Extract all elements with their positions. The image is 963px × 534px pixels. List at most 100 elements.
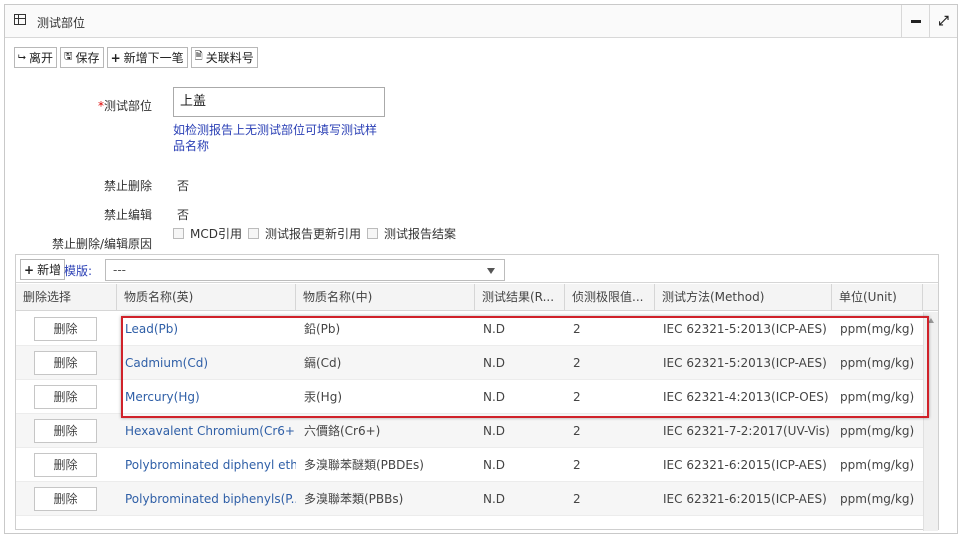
add-next-button[interactable]: + 新增下一笔 [106, 47, 188, 68]
plus-icon: + [24, 262, 35, 277]
name-en-cell[interactable]: Lead(Pb) [117, 312, 296, 346]
header-limit[interactable]: 侦测极限值... [565, 284, 655, 311]
scroll-up-icon[interactable] [928, 318, 934, 323]
delete-row-button[interactable]: 删除 [34, 317, 97, 341]
leave-button[interactable]: ⮡ 离开 [14, 47, 58, 68]
name-en-cell[interactable]: Polybrominated diphenyl eth... [117, 448, 296, 482]
name-cn-cell: 多溴聯苯類(PBBs) [304, 492, 404, 506]
panel-title: 测试部位 [37, 16, 86, 30]
limit-cell: 2 [573, 492, 581, 506]
reason-report-close[interactable]: 测试报告结案 [367, 225, 456, 242]
table-row[interactable]: 删除 Hexavalent Chromium(Cr6+) 六價鉻(Cr6+) N.D 2… [16, 414, 938, 448]
maximize-button[interactable]: ⤢ [929, 5, 957, 38]
limit-cell: 2 [573, 322, 581, 336]
name-cn-cell: 多溴聯苯醚類(PBDEs) [304, 458, 424, 472]
no-edit-label: 禁止编辑 [103, 208, 152, 222]
method-cell: IEC 62321-5:2013(ICP-AES) [663, 322, 827, 336]
method-cell: IEC 62321-4:2013(ICP-OES) [663, 390, 829, 404]
header-delete-select[interactable]: 删除选择 [16, 284, 117, 311]
table-row[interactable]: 删除 Mercury(Hg) 汞(Hg) N.D 2 IEC 62321-4:2013(I… [16, 380, 938, 414]
part-hint: 如检测报告上无测试部位可填写测试样品名称 [173, 123, 378, 153]
reason-label: 禁止删除/编辑原因 [51, 237, 152, 251]
table-icon [14, 14, 26, 25]
table-row[interactable]: 删除 Cadmium(Cd) 鎘(Cd) N.D 2 IEC 62321-5:2013(I… [16, 346, 938, 380]
grid-add-button[interactable]: + 新增 [20, 259, 66, 280]
delete-row-button[interactable]: 删除 [34, 385, 97, 409]
delete-cell: 删除 [16, 346, 117, 380]
table-row[interactable]: 删除 Lead(Pb) 鉛(Pb) N.D 2 IEC 62321-5:2013(ICP-… [16, 312, 938, 346]
limit-cell: 2 [573, 424, 581, 438]
name-en-cell[interactable]: Cadmium(Cd) [117, 346, 296, 380]
delete-cell: 删除 [16, 380, 117, 414]
delete-cell: 删除 [16, 448, 117, 482]
part-label-text: 测试部位 [103, 99, 152, 113]
delete-row-button[interactable]: 删除 [34, 351, 97, 375]
reason-mcd[interactable]: MCD引用 [173, 225, 242, 242]
method-cell: IEC 62321-6:2015(ICP-AES) [663, 492, 827, 506]
header-unit[interactable]: 单位(Unit) [832, 284, 923, 311]
exit-icon: ⮡ [18, 52, 26, 63]
checkbox[interactable] [173, 228, 184, 239]
leave-label: 离开 [29, 51, 54, 65]
grid-header: 删除选择 物质名称(英) 物质名称(中) 测试结果(R... 侦测极限值... … [16, 284, 938, 311]
reason-report-close-label: 测试报告结案 [384, 227, 457, 241]
header-name-en[interactable]: 物质名称(英) [117, 284, 296, 311]
method-cell: IEC 62321-6:2015(ICP-AES) [663, 458, 827, 472]
minimize-button[interactable] [901, 5, 929, 38]
limit-cell: 2 [573, 356, 581, 370]
grid-toolbar: + 新增 模版: --- [16, 255, 938, 283]
unit-cell: ppm(mg/kg) [840, 390, 915, 404]
delete-row-button[interactable]: 删除 [34, 419, 97, 443]
part-input[interactable]: 上盖 [173, 87, 385, 117]
name-cn-cell: 汞(Hg) [304, 390, 343, 404]
limit-cell: 2 [573, 458, 581, 472]
link-material-button[interactable]: 🗎 关联料号 [190, 47, 258, 68]
header-method[interactable]: 测试方法(Method) [655, 284, 832, 311]
vertical-scrollbar[interactable] [923, 312, 938, 531]
delete-cell: 删除 [16, 414, 117, 448]
part-label: *测试部位 [60, 97, 152, 114]
save-button[interactable]: 🖫 保存 [60, 47, 104, 68]
delete-row-button[interactable]: 删除 [34, 453, 97, 477]
no-delete-label: 禁止删除 [103, 179, 152, 193]
minimize-icon [910, 20, 921, 23]
name-en-cell[interactable]: Polybrominated biphenyls(P... [117, 482, 296, 516]
grid-add-label: 新增 [37, 263, 62, 277]
document-icon: 🗎 [194, 51, 203, 62]
caret-down-icon [487, 268, 495, 274]
limit-cell: 2 [573, 390, 581, 404]
unit-cell: ppm(mg/kg) [840, 322, 915, 336]
add-next-label: 新增下一笔 [123, 51, 184, 65]
table-row[interactable]: 删除 Polybrominated biphenyls(P... 多溴聯苯類(PBB… [16, 482, 938, 516]
table-row[interactable]: 删除 Polybrominated diphenyl eth... 多溴聯苯醚類(P… [16, 448, 938, 482]
name-en-cell[interactable]: Mercury(Hg) [117, 380, 296, 414]
link-material-label: 关联料号 [205, 51, 254, 65]
plus-icon: + [110, 50, 121, 65]
result-cell: N.D [483, 424, 506, 438]
unit-cell: ppm(mg/kg) [840, 356, 915, 370]
template-select[interactable]: --- [105, 259, 505, 281]
header-result[interactable]: 测试结果(R... [475, 284, 565, 311]
unit-cell: ppm(mg/kg) [840, 492, 915, 506]
form-toolbar: ⮡ 离开 🖫 保存 + 新增下一笔 🗎 关联料号 [14, 47, 258, 68]
reason-report-update[interactable]: 测试报告更新引用 [247, 225, 361, 242]
result-cell: N.D [483, 356, 506, 370]
result-cell: N.D [483, 390, 506, 404]
template-value: --- [113, 263, 126, 277]
checkbox[interactable] [367, 228, 378, 239]
header-name-cn[interactable]: 物质名称(中) [296, 284, 475, 311]
method-cell: IEC 62321-7-2:2017(UV-Vis) [663, 424, 830, 438]
delete-row-button[interactable]: 删除 [34, 487, 97, 511]
delete-cell: 删除 [16, 312, 117, 346]
substance-grid: + 新增 模版: --- 删除选择 物质名称(英) 物质名称(中) 测试结果(R.… [15, 254, 939, 531]
checkbox[interactable] [247, 228, 259, 239]
expand-icon: ⤢ [938, 14, 949, 29]
reason-report-update-label: 测试报告更新引用 [264, 227, 361, 241]
save-label: 保存 [75, 51, 100, 65]
name-en-cell[interactable]: Hexavalent Chromium(Cr6+) [117, 414, 296, 448]
panel-titlebar: 测试部位 ⤢ [5, 5, 957, 38]
result-cell: N.D [483, 492, 506, 506]
result-cell: N.D [483, 458, 506, 472]
unit-cell: ppm(mg/kg) [840, 458, 915, 472]
grid-rows: 删除 Lead(Pb) 鉛(Pb) N.D 2 IEC 62321-5:2013(ICP-… [16, 312, 938, 516]
